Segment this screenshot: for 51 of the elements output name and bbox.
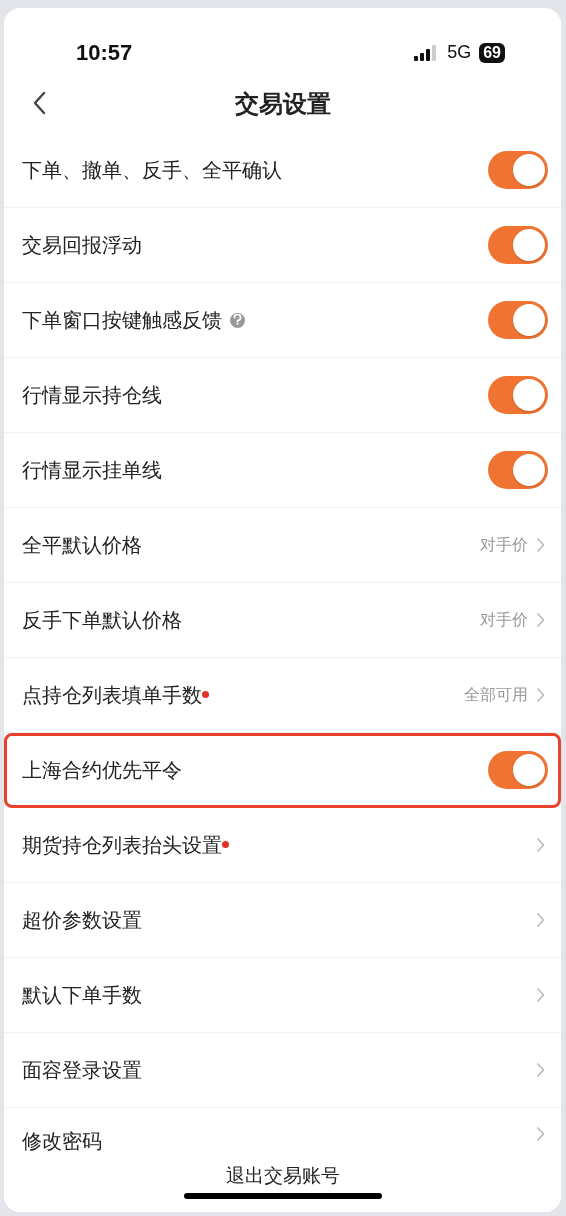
row-value: 对手价 xyxy=(480,534,528,556)
toggle-switch[interactable] xyxy=(488,226,548,264)
toggle-switch[interactable] xyxy=(488,451,548,489)
row-value: 对手价 xyxy=(480,609,528,631)
row-label: 默认下单手数 xyxy=(22,982,142,1009)
row-label: 反手下单默认价格 xyxy=(22,607,182,634)
settings-row[interactable]: 超价参数设置 xyxy=(4,883,561,958)
chevron-icon xyxy=(536,1126,545,1142)
chevron-icon xyxy=(536,912,545,928)
row-label: 面容登录设置 xyxy=(22,1057,142,1084)
settings-row[interactable]: 下单、撤单、反手、全平确认 xyxy=(4,133,561,208)
toggle-switch[interactable] xyxy=(488,151,548,189)
clock-time: 10:57 xyxy=(76,39,133,67)
back-icon[interactable] xyxy=(32,91,46,115)
network-label: 5G xyxy=(447,41,472,64)
settings-row[interactable]: 交易回报浮动 xyxy=(4,208,561,283)
chevron-icon xyxy=(536,687,545,703)
row-label: 上海合约优先平令 xyxy=(22,757,182,784)
settings-row[interactable]: 期货持仓列表抬头设置 xyxy=(4,808,561,883)
chevron-icon xyxy=(536,987,545,1003)
chevron-icon xyxy=(536,537,545,553)
logout-button[interactable]: 退出交易账号 xyxy=(225,1162,340,1188)
toggle-switch[interactable] xyxy=(488,751,548,789)
page-title: 交易设置 xyxy=(234,89,331,120)
row-value: 全部可用 xyxy=(464,684,528,706)
settings-row[interactable]: 全平默认价格 对手价 xyxy=(4,508,561,583)
chevron-icon xyxy=(536,837,545,853)
row-label: 超价参数设置 xyxy=(22,907,142,934)
row-label: 下单窗口按键触感反馈 xyxy=(22,307,222,334)
toggle-switch[interactable] xyxy=(488,301,548,339)
row-label: 下单、撤单、反手、全平确认 xyxy=(22,157,282,184)
settings-row[interactable]: 点持仓列表填单手数 全部可用 xyxy=(4,658,561,733)
row-label: 修改密码 xyxy=(22,1128,102,1155)
row-label: 点持仓列表填单手数 xyxy=(22,682,202,709)
settings-row[interactable]: 行情显示挂单线 xyxy=(4,433,561,508)
chevron-icon xyxy=(536,1062,545,1078)
settings-row[interactable]: 面容登录设置 xyxy=(4,1033,561,1108)
chevron-icon xyxy=(536,612,545,628)
row-label: 行情显示挂单线 xyxy=(22,457,162,484)
help-icon[interactable] xyxy=(230,312,245,328)
settings-row[interactable]: 反手下单默认价格 对手价 xyxy=(4,583,561,658)
settings-row[interactable]: 默认下单手数 xyxy=(4,958,561,1033)
settings-row[interactable]: 上海合约优先平令 xyxy=(4,733,561,808)
toggle-switch[interactable] xyxy=(488,376,548,414)
row-label: 交易回报浮动 xyxy=(22,232,142,259)
settings-row[interactable]: 行情显示持仓线 xyxy=(4,358,561,433)
settings-row[interactable]: 下单窗口按键触感反馈 xyxy=(4,283,561,358)
battery-indicator: 69 xyxy=(479,42,505,63)
row-label: 行情显示持仓线 xyxy=(22,382,162,409)
row-label: 期货持仓列表抬头设置 xyxy=(22,832,222,859)
row-label: 全平默认价格 xyxy=(22,532,142,559)
